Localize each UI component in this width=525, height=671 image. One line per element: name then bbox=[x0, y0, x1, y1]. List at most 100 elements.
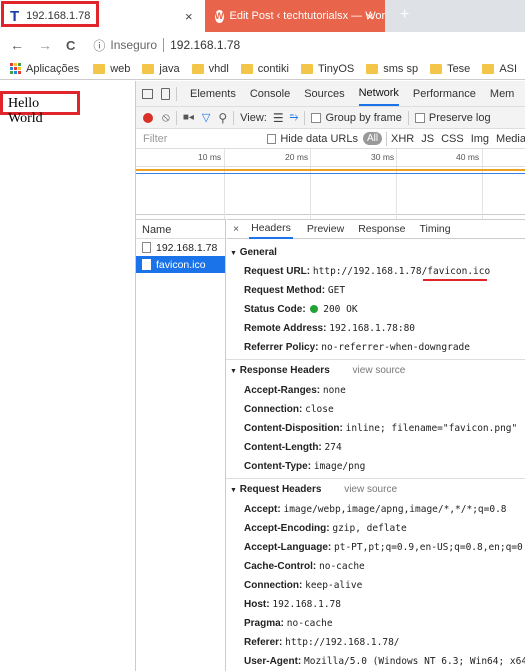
section-divider bbox=[226, 478, 525, 479]
request-header-row: Referer: http://192.168.1.78/ bbox=[244, 637, 400, 648]
forward-arrow-icon[interactable]: → bbox=[38, 37, 52, 53]
request-headers-title[interactable]: ▼ Request Headers view source bbox=[230, 484, 397, 495]
bookmark-label: java bbox=[159, 62, 180, 75]
filter-all-button[interactable]: All bbox=[362, 132, 383, 145]
bookmark-vhdl[interactable]: vhdl bbox=[191, 63, 229, 75]
view-label: View: bbox=[240, 111, 267, 124]
general-row: Referrer Policy: no-referrer-when-downgr… bbox=[244, 342, 470, 353]
general-row: Request Method: GET bbox=[244, 285, 345, 296]
bookmark-label: contiki bbox=[257, 62, 289, 75]
timeline-gridline bbox=[482, 149, 483, 215]
filter-img[interactable]: Img bbox=[471, 133, 489, 145]
divider bbox=[175, 110, 177, 125]
clear-icon[interactable]: ⦸ bbox=[162, 110, 170, 125]
tab-performance[interactable]: Performance bbox=[413, 88, 476, 100]
camera-icon[interactable]: ■◂ bbox=[183, 112, 194, 123]
tab-timing[interactable]: Timing bbox=[419, 223, 450, 235]
header-value: http://192.168.1.78/favicon.ico bbox=[312, 266, 491, 277]
section-label: Response Headers bbox=[239, 365, 330, 376]
request-name: favicon.ico bbox=[156, 258, 206, 271]
requests-header[interactable]: Name bbox=[136, 219, 225, 239]
close-icon[interactable]: × bbox=[233, 223, 239, 235]
group-by-frame-checkbox[interactable] bbox=[311, 112, 322, 123]
address-bar-url[interactable]: 192.168.1.78 bbox=[170, 38, 240, 52]
dom-content-loaded-line bbox=[136, 169, 525, 171]
header-key: Accept: bbox=[244, 504, 281, 515]
network-toolbar: ⦸ ■◂ ▽ ⚲ View: ☰ ⥱ Group by frame Preser… bbox=[136, 107, 525, 129]
tab-elements[interactable]: Elements bbox=[190, 88, 236, 100]
header-value: no-cache bbox=[319, 561, 365, 572]
response-headers-title[interactable]: ▼ Response Headers view source bbox=[230, 365, 405, 376]
devtools-tab-bar: Elements Console Sources Network Perform… bbox=[136, 81, 525, 107]
header-value: GET bbox=[327, 285, 346, 296]
request-row-selected[interactable]: favicon.ico bbox=[136, 256, 225, 273]
url-divider bbox=[163, 38, 165, 52]
bookmark-tese[interactable]: Tese bbox=[430, 63, 470, 75]
hide-data-urls-checkbox[interactable] bbox=[267, 133, 277, 144]
tab-network[interactable]: Network bbox=[358, 81, 399, 106]
header-key: Cache-Control: bbox=[244, 561, 317, 572]
filter-js[interactable]: JS bbox=[421, 133, 434, 145]
close-icon[interactable]: × bbox=[185, 9, 193, 24]
bookmark-label: ASI bbox=[499, 62, 518, 75]
request-header-row: Accept-Language: pt-PT,pt;q=0.9,en-US;q=… bbox=[244, 542, 525, 553]
view-source-link[interactable]: view source bbox=[353, 365, 406, 376]
apps-grid-icon[interactable] bbox=[10, 63, 21, 74]
reload-icon[interactable]: C bbox=[66, 38, 75, 53]
section-label: General bbox=[239, 247, 277, 258]
triangle-down-icon: ▼ bbox=[230, 487, 237, 494]
filter-input[interactable]: Filter bbox=[143, 133, 267, 145]
page-viewport: Hello World bbox=[0, 81, 135, 671]
request-row[interactable]: 192.168.1.78 bbox=[136, 239, 225, 256]
document-icon bbox=[142, 259, 151, 270]
tab-preview[interactable]: Preview bbox=[307, 223, 344, 235]
device-toolbar-icon[interactable] bbox=[161, 87, 170, 100]
tab-inactive[interactable]: W Edit Post ‹ techtutorialsx — Word × bbox=[205, 0, 385, 32]
inspect-element-icon[interactable] bbox=[142, 88, 153, 99]
tab-response[interactable]: Response bbox=[358, 223, 405, 235]
large-rows-icon[interactable]: ☰ bbox=[273, 111, 284, 125]
filter-funnel-icon[interactable]: ▽ bbox=[202, 111, 210, 124]
bookmark-sms-sp[interactable]: sms sp bbox=[366, 63, 418, 75]
header-value: none bbox=[322, 385, 346, 396]
header-value: pt-PT,pt;q=0.9,en-US;q=0.8,en;q=0.7 bbox=[334, 542, 525, 553]
tab-headers[interactable]: Headers bbox=[249, 219, 293, 239]
general-section-title[interactable]: ▼ General bbox=[230, 247, 277, 258]
bookmark-asi[interactable]: ASI bbox=[482, 63, 517, 75]
tab-sources[interactable]: Sources bbox=[304, 88, 344, 100]
bookmark-web[interactable]: web bbox=[93, 63, 130, 75]
new-tab-button[interactable]: + bbox=[400, 6, 409, 24]
filter-media[interactable]: Media bbox=[496, 133, 525, 145]
request-header-row: Host: 192.168.1.78 bbox=[244, 599, 341, 610]
bookmark-java[interactable]: java bbox=[142, 62, 180, 75]
header-key: Status Code: bbox=[244, 304, 306, 315]
record-icon[interactable] bbox=[143, 112, 153, 123]
preserve-log-checkbox[interactable] bbox=[414, 112, 425, 123]
waterfall-icon[interactable]: ⥱ bbox=[290, 111, 299, 124]
load-event-line bbox=[136, 173, 525, 174]
bookmark-tinyos[interactable]: TinyOS bbox=[300, 63, 354, 75]
document-icon bbox=[142, 242, 151, 253]
close-icon[interactable]: × bbox=[366, 9, 374, 24]
info-icon[interactable]: ⓘ bbox=[93, 37, 105, 54]
filter-xhr[interactable]: XHR bbox=[391, 133, 414, 145]
view-source-link[interactable]: view source bbox=[344, 484, 397, 495]
back-arrow-icon[interactable]: ← bbox=[10, 37, 24, 53]
timeline-tick: 30 ms bbox=[371, 152, 395, 162]
filter-css[interactable]: CSS bbox=[441, 133, 464, 145]
header-value: no-referrer-when-downgrade bbox=[321, 342, 470, 353]
request-name: 192.168.1.78 bbox=[156, 241, 218, 254]
bookmark-contiki[interactable]: contiki bbox=[240, 62, 289, 75]
folder-icon bbox=[366, 63, 379, 74]
security-label: Inseguro bbox=[110, 38, 158, 52]
folder-icon bbox=[191, 63, 204, 74]
tab-memory[interactable]: Mem bbox=[490, 88, 514, 100]
search-icon[interactable]: ⚲ bbox=[218, 111, 227, 125]
request-header-row: Accept: image/webp,image/apng,image/*,*/… bbox=[244, 504, 507, 515]
bookmark-apps[interactable]: Aplicações bbox=[26, 63, 79, 75]
response-header-row: Accept-Ranges: none bbox=[244, 385, 346, 396]
general-row: Remote Address: 192.168.1.78:80 bbox=[244, 323, 415, 334]
header-value: 192.168.1.78:80 bbox=[329, 323, 416, 334]
tab-console[interactable]: Console bbox=[250, 88, 290, 100]
requests-list: Name 192.168.1.78 favicon.ico bbox=[136, 219, 226, 671]
